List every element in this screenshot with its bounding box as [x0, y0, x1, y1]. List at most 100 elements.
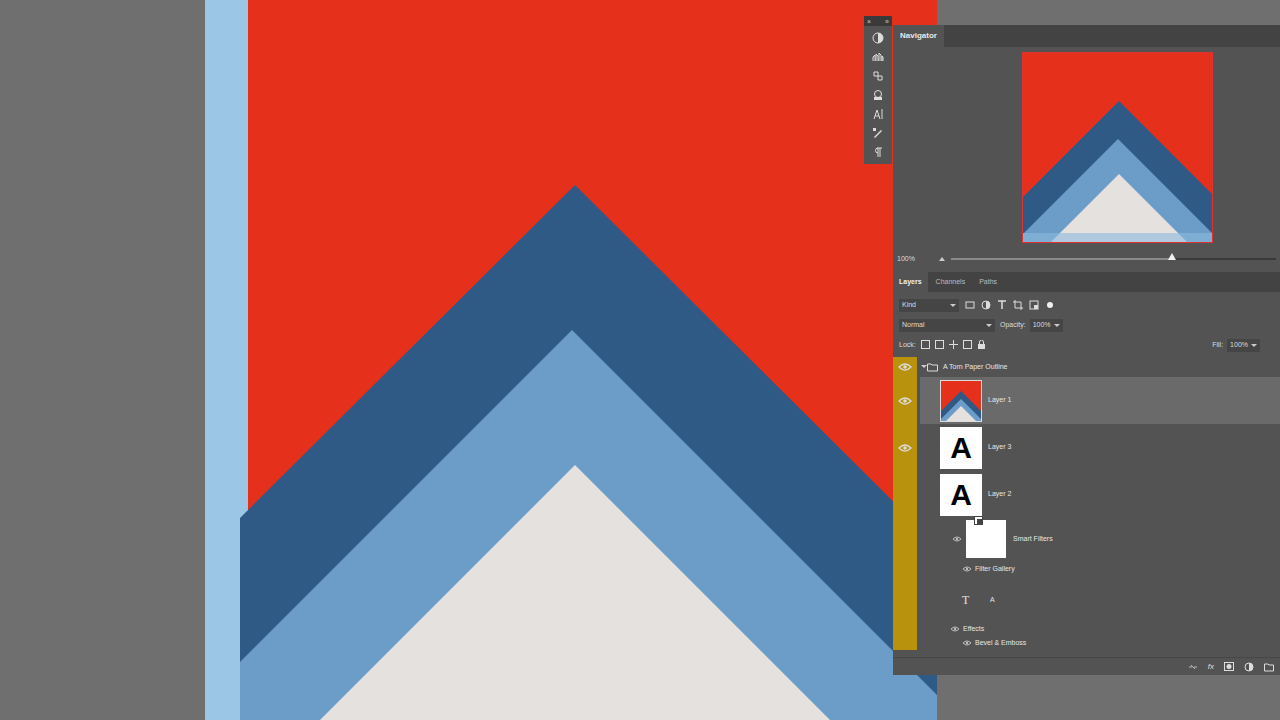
visibility-cell — [893, 471, 917, 518]
artwork-icon — [205, 0, 937, 720]
fill-value: 100% — [1230, 340, 1248, 351]
folder-icon — [927, 362, 938, 372]
thumbnail-letter: A — [950, 480, 972, 510]
blend-row: NormalOpacity:100% — [893, 315, 1280, 335]
filter-kind-dropdown[interactable]: Kind — [899, 299, 959, 312]
layer-name[interactable]: A Torn Paper Outline — [943, 362, 1007, 373]
blend-mode-dropdown[interactable]: Normal — [899, 319, 995, 332]
zoom-value[interactable]: 100% — [897, 254, 933, 265]
adjustment-layer-icon — [1244, 662, 1254, 672]
opacity-field[interactable]: 100% — [1030, 319, 1063, 332]
panel-tab[interactable]: Layers — [893, 272, 928, 292]
layer-name[interactable]: Smart Filters — [1013, 534, 1053, 545]
layer-name[interactable]: A — [990, 595, 995, 606]
layer-name[interactable]: Layer 2 — [988, 489, 1011, 500]
pixel-filter-icon — [965, 300, 975, 310]
zoom-fill — [951, 258, 1172, 260]
layers-footer: fx — [893, 657, 1280, 675]
visibility-toggle[interactable] — [898, 396, 912, 406]
lock-transparent-icon — [921, 340, 930, 350]
layer-name[interactable]: Layer 3 — [988, 442, 1011, 453]
navigator-thumbnail[interactable] — [1022, 52, 1213, 243]
layer-name[interactable]: Layer 1 — [988, 395, 1011, 406]
layer-thumbnail[interactable] — [940, 380, 982, 422]
shape-filter-icon — [1013, 300, 1023, 310]
layer-content[interactable]: A Torn Paper Outline — [920, 357, 1280, 377]
fill-field[interactable]: 100% — [1227, 339, 1260, 352]
visibility-cell — [893, 357, 917, 377]
disclosure-icon — [921, 364, 927, 370]
visibility-toggle[interactable] — [962, 639, 972, 647]
lock-pixels-icon — [935, 340, 944, 350]
eye-icon — [962, 639, 972, 647]
layer-row[interactable]: Effects — [893, 622, 1280, 636]
layer-name[interactable]: Filter Gallery — [975, 564, 1015, 575]
visibility-toggle[interactable] — [898, 443, 912, 453]
layer-name[interactable]: Effects — [963, 624, 984, 635]
layer-row[interactable]: Smart Filters — [893, 518, 1280, 560]
group-toggle[interactable] — [920, 364, 927, 370]
layer-image-icon — [941, 381, 981, 421]
navigator-header: Navigator — [893, 25, 1280, 47]
link-icon — [1188, 663, 1198, 671]
visibility-toggle[interactable] — [898, 362, 912, 372]
layer-content[interactable]: Effects — [920, 622, 1280, 636]
layer-content[interactable]: Bevel & Emboss — [920, 636, 1280, 650]
brush-icon — [872, 127, 884, 139]
panel-tab[interactable]: Channels — [930, 272, 972, 292]
visibility-cell — [893, 424, 917, 471]
layer-row[interactable]: A Torn Paper Outline — [893, 357, 1280, 377]
navigator-tab[interactable]: Navigator — [893, 25, 944, 47]
opacity-value: 100% — [1033, 320, 1051, 331]
layer-content[interactable]: A Layer 2 — [920, 471, 1280, 518]
layer-row[interactable]: Bevel & Emboss — [893, 636, 1280, 650]
properties-icon — [872, 89, 884, 101]
lock-label: Lock: — [899, 340, 916, 351]
type-layer-icon: T — [962, 591, 990, 609]
eye-icon — [898, 362, 912, 372]
zoom-handle[interactable] — [1168, 253, 1176, 260]
layer-row[interactable]: Layer 1 — [893, 377, 1280, 424]
fill-group: Fill: 100% — [1212, 339, 1274, 352]
smart-object-badge — [974, 461, 983, 470]
layer-content[interactable]: Layer 1 — [920, 377, 1280, 424]
paragraph-icon — [872, 146, 884, 158]
blend-mode-value: Normal — [902, 320, 925, 331]
dropdown-arrow-icon — [986, 324, 992, 327]
panel-tab[interactable]: Paths — [973, 272, 1003, 292]
layer-content[interactable]: A Layer 3 — [920, 424, 1280, 471]
zoom-out-icon — [939, 257, 945, 261]
visibility-toggle[interactable] — [952, 535, 962, 543]
add-style-button[interactable]: fx — [1208, 661, 1214, 673]
layer-name[interactable]: Bevel & Emboss — [975, 638, 1026, 649]
collapse-button[interactable]: » — [885, 18, 889, 25]
visibility-toggle[interactable] — [950, 625, 960, 633]
zoom-slider[interactable] — [951, 258, 1276, 260]
visibility-toggle[interactable] — [898, 490, 912, 500]
layer-row[interactable]: A Layer 2 — [893, 471, 1280, 518]
filter-mask-thumbnail[interactable] — [966, 520, 1006, 558]
layer-content[interactable]: Filter Gallery — [920, 560, 1280, 578]
document-canvas[interactable] — [205, 0, 937, 720]
fill-label: Fill: — [1212, 340, 1223, 351]
close-button[interactable]: × — [867, 18, 871, 25]
smart-filter-icon — [1029, 300, 1039, 310]
navigator-preview[interactable] — [893, 47, 1280, 248]
layer-row[interactable]: Filter Gallery — [893, 560, 1280, 578]
smart-object-icon — [974, 516, 983, 525]
dropdown-arrow-icon — [950, 304, 956, 307]
visibility-cell — [893, 578, 917, 622]
layer-row[interactable]: A Layer 3 — [893, 424, 1280, 471]
lock-position-icon — [949, 340, 958, 350]
layer-thumbnail[interactable]: A — [940, 474, 982, 516]
layer-row[interactable]: TA — [893, 578, 1280, 622]
eye-icon — [962, 565, 972, 573]
mask-icon — [1224, 662, 1234, 671]
layer-content[interactable]: TA — [920, 578, 1280, 622]
adjustments-icon — [872, 32, 884, 44]
layer-thumbnail[interactable]: A — [940, 427, 982, 469]
visibility-toggle[interactable] — [962, 565, 972, 573]
filter-kind-value: Kind — [902, 300, 916, 311]
lock-artboard-icon — [963, 340, 972, 350]
eye-icon — [950, 625, 960, 633]
